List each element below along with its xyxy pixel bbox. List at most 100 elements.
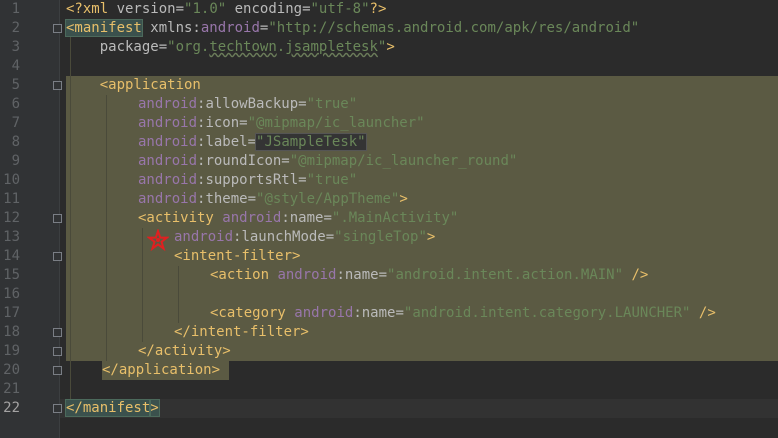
line-number: 16 [3, 286, 20, 302]
line-number: 3 [11, 39, 20, 55]
code-line-22[interactable]: </manifest> [64, 399, 160, 418]
attr-name: :icon= [197, 115, 248, 131]
code-line-6[interactable]: android:allowBackup="true" [138, 95, 357, 114]
attr-name: :supportsRtl= [197, 172, 307, 188]
xmlns-attr: xmlns: [141, 20, 201, 36]
line-number: 19 [3, 343, 20, 359]
attr-value: "@mipmap/ic_launcher_round" [289, 153, 518, 169]
intent-filter-close-tag: </intent-filter> [174, 324, 309, 340]
code-line-3[interactable]: package="org.techtown.jsampletesk"> [66, 38, 395, 57]
pentagram-mark-icon[interactable] [147, 229, 169, 251]
fold-toggle-intent-filter[interactable] [53, 252, 62, 261]
namespace-prefix: android [222, 210, 282, 226]
namespace-prefix: android [174, 229, 234, 245]
attr-value: "singleTop" [334, 229, 427, 245]
attr-name: :allowBackup= [197, 96, 307, 112]
attr-value: "@style/AppTheme" [256, 191, 400, 207]
line-number: 20 [3, 362, 20, 378]
namespace-prefix: android [138, 191, 198, 207]
code-line-14[interactable]: <intent-filter> [174, 247, 300, 266]
package-value-part: jsampletesk [285, 39, 378, 55]
attr-name: :theme= [197, 191, 257, 207]
line-number: 4 [11, 58, 20, 74]
application-open-tag: <application [66, 77, 201, 93]
line-number: 2 [11, 20, 20, 36]
application-close-tag: </application> [102, 362, 221, 378]
code-line-20[interactable]: </application> [102, 361, 220, 380]
attr-value: "true" [306, 172, 358, 188]
manifest-close-tag: </manifest [64, 399, 152, 417]
code-line-18[interactable]: </intent-filter> [174, 323, 309, 342]
attr-value: "android.intent.category.LAUNCHER" [403, 305, 691, 321]
activity-close-tag: </activity> [138, 343, 231, 359]
namespace-prefix: android [138, 172, 198, 188]
line-number: 6 [11, 96, 20, 112]
code-line-5[interactable]: <application [66, 76, 201, 95]
code-line-11[interactable]: android:theme="@style/AppTheme"> [138, 190, 408, 209]
fold-toggle-activity[interactable] [53, 214, 62, 223]
category-tag: <category [210, 305, 295, 321]
xml-space [226, 1, 234, 17]
xml-eq: = [175, 1, 185, 17]
line-number-gutter: 1 2 3 4 5 6 7 8 9 10 11 12 13 14 15 16 17 18 19 20 21 22 [0, 0, 60, 438]
code-editor[interactable]: 1 2 3 4 5 6 7 8 9 10 11 12 13 14 15 16 17 18 19 20 21 22 <?xm… [0, 0, 778, 438]
namespace-prefix: android [138, 134, 198, 150]
xml-decl-open: <?xml [66, 1, 117, 17]
namespace-prefix: android [138, 96, 198, 112]
fold-toggle-application-end[interactable] [53, 366, 62, 375]
indent-guide [142, 228, 143, 342]
package-value-dot: . [276, 39, 286, 55]
xml-value-version: "1.0" [184, 1, 227, 17]
line-number: 13 [3, 229, 20, 245]
fold-toggle-manifest-end[interactable] [53, 404, 62, 413]
line-number: 12 [3, 210, 20, 226]
tag-close: > [426, 229, 436, 245]
namespace-prefix: android [200, 20, 260, 36]
xml-eq: = [158, 39, 168, 55]
code-line-19[interactable]: </activity> [138, 342, 231, 361]
attr-name: :name= [353, 305, 404, 321]
tag-close: > [399, 191, 408, 207]
namespace-prefix: android [138, 115, 198, 131]
fold-toggle-intent-filter-end[interactable] [53, 328, 62, 337]
line-number: 15 [3, 267, 20, 283]
attr-name: :name= [336, 267, 388, 283]
code-line-15[interactable]: <action android:name="android.intent.act… [210, 266, 648, 285]
attr-value: "JSampleTesk" [255, 133, 367, 151]
code-line-9[interactable]: android:roundIcon="@mipmap/ic_launcher_r… [138, 152, 517, 171]
intent-filter-open-tag: <intent-filter> [174, 248, 301, 264]
line-number: 5 [11, 77, 20, 93]
xml-attr-version: version [116, 1, 176, 17]
xml-attr-encoding: encoding [234, 1, 303, 17]
line-number: 9 [11, 153, 20, 169]
code-line-17[interactable]: <category android:name="android.intent.c… [210, 304, 716, 323]
attr-name: :label= [197, 134, 257, 150]
fold-toggle-manifest[interactable] [53, 24, 62, 33]
attr-name: :launchMode= [233, 229, 335, 245]
code-line-2[interactable]: <manifest xmlns:android="http://schemas.… [65, 19, 639, 38]
caret-row-highlight [60, 399, 778, 418]
fold-toggle-application[interactable] [53, 81, 62, 90]
xml-value-encoding: "utf-8" [310, 1, 370, 17]
self-close: /> [690, 305, 716, 321]
xml-eq: = [302, 1, 311, 17]
code-line-13[interactable]: android:launchMode="singleTop"> [174, 228, 435, 247]
self-close: /> [623, 267, 649, 283]
code-line-10[interactable]: android:supportsRtl="true" [138, 171, 357, 190]
package-value-start: "org. [167, 39, 210, 55]
line-number: 14 [3, 248, 20, 264]
xml-decl-close: ?> [369, 1, 387, 17]
line-number: 18 [3, 324, 20, 340]
code-line-7[interactable]: android:icon="@mipmap/ic_launcher" [138, 114, 425, 133]
attr-value: "android.intent.action.MAIN" [387, 267, 624, 283]
fold-toggle-activity-end[interactable] [53, 347, 62, 356]
code-line-12[interactable]: <activity android:name=".MainActivity" [138, 209, 458, 228]
package-value-part: techtown [209, 39, 277, 55]
attr-value: ".MainActivity" [331, 210, 459, 226]
namespace-prefix: android [294, 305, 354, 321]
action-tag: <action [210, 267, 278, 283]
code-line-8[interactable]: android:label="JSampleTesk" [138, 133, 367, 152]
indent-guide [106, 95, 107, 361]
code-line-1[interactable]: <?xml version="1.0" encoding="utf-8"?> [66, 0, 386, 19]
attr-name: :name= [281, 210, 332, 226]
